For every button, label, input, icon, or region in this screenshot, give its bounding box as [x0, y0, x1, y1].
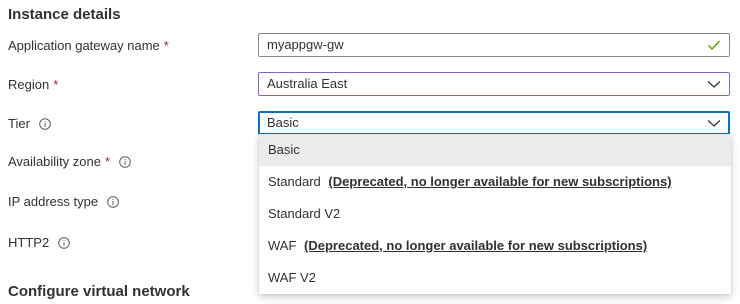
tier-value: Basic: [267, 115, 299, 130]
option-name: WAF: [268, 238, 297, 253]
tier-option-basic[interactable]: Basic: [259, 134, 731, 166]
availability-zone-label: Availability zone: [8, 154, 101, 169]
gateway-name-label: Application gateway name: [8, 38, 160, 53]
chevron-down-icon: [707, 117, 721, 129]
region-label-row: Region *: [8, 77, 58, 93]
ip-address-type-label-row: IP address type: [8, 194, 119, 210]
gateway-name-label-row: Application gateway name *: [8, 38, 169, 54]
gateway-name-input[interactable]: myappgw-gw: [258, 33, 730, 57]
deprecated-note: (Deprecated, no longer available for new…: [304, 238, 648, 253]
section-title-instance-details: Instance details: [8, 6, 121, 23]
tier-label-row: Tier: [8, 116, 51, 132]
tier-option-standard-v2[interactable]: Standard V2: [259, 198, 731, 230]
tier-label: Tier: [8, 116, 30, 131]
info-icon[interactable]: [119, 156, 131, 168]
section-title-configure-vnet: Configure virtual network: [8, 283, 190, 300]
http2-label-row: HTTP2: [8, 235, 70, 251]
required-marker: *: [53, 77, 59, 92]
info-icon[interactable]: [107, 196, 119, 208]
option-name: WAF V2: [268, 270, 316, 285]
required-marker: *: [104, 154, 111, 169]
region-label: Region: [8, 77, 50, 92]
check-icon: [707, 39, 721, 51]
region-value: Australia East: [267, 76, 348, 91]
tier-option-standard[interactable]: Standard (Deprecated, no longer availabl…: [259, 166, 731, 198]
option-name: Basic: [268, 142, 300, 157]
required-marker: *: [163, 38, 169, 53]
tier-dropdown-list: Basic Standard (Deprecated, no longer av…: [259, 134, 731, 294]
region-select[interactable]: Australia East: [258, 72, 730, 96]
http2-label: HTTP2: [8, 235, 50, 250]
deprecated-note: (Deprecated, no longer available for new…: [328, 174, 672, 189]
chevron-down-icon: [707, 78, 721, 90]
tier-select[interactable]: Basic: [258, 111, 730, 135]
gateway-name-value: myappgw-gw: [267, 37, 344, 52]
availability-zone-label-row: Availability zone *: [8, 154, 131, 170]
option-name: Standard V2: [268, 206, 341, 221]
tier-option-waf[interactable]: WAF (Deprecated, no longer available for…: [259, 230, 731, 262]
info-icon[interactable]: [58, 237, 70, 249]
info-icon[interactable]: [39, 118, 51, 130]
tier-option-waf-v2[interactable]: WAF V2: [259, 262, 731, 294]
option-name: Standard: [268, 174, 321, 189]
ip-address-type-label: IP address type: [8, 194, 99, 209]
